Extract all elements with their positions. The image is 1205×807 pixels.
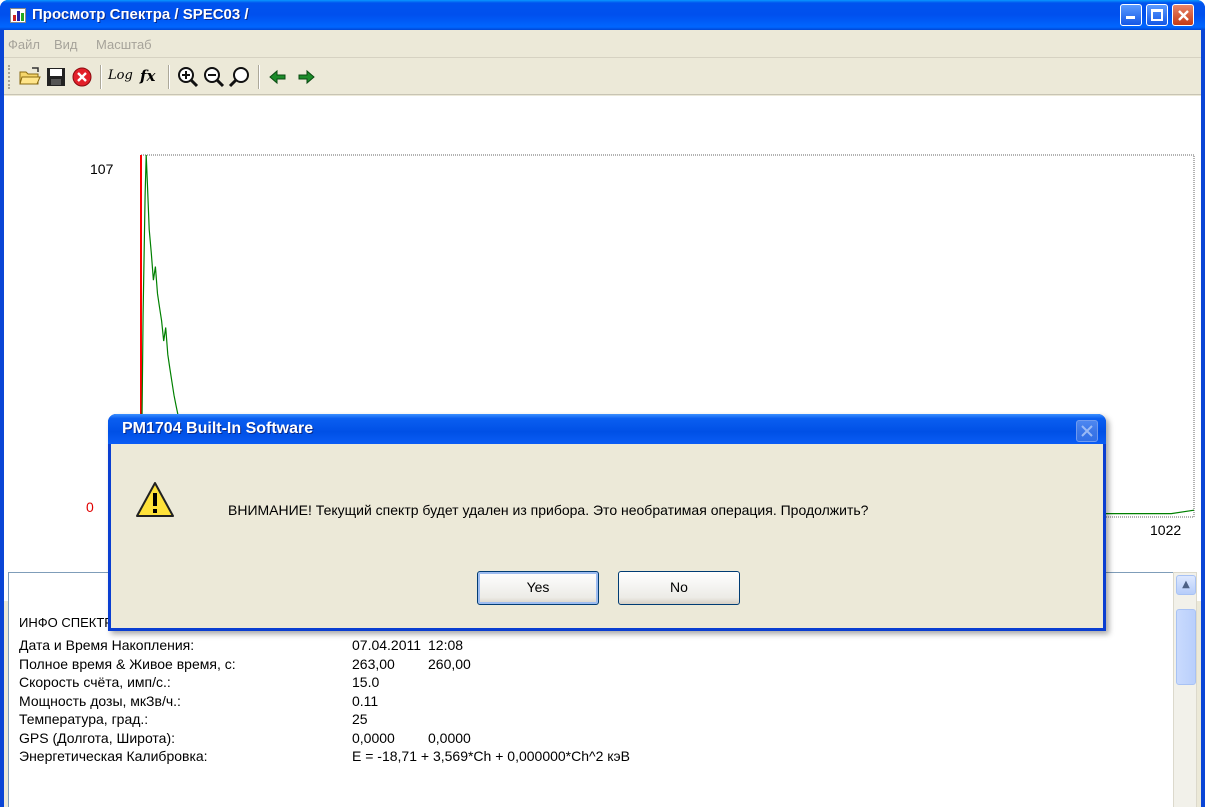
scroll-up-button[interactable]: ▲	[1176, 575, 1196, 595]
y-min-label: 0	[86, 499, 94, 515]
menu-view[interactable]: Вид	[54, 37, 78, 52]
minimize-button[interactable]	[1120, 4, 1142, 26]
log-button[interactable]: Log	[108, 68, 136, 90]
close-icon	[1081, 425, 1093, 437]
info-value: 0,0000	[352, 729, 395, 746]
zoom-fit-icon[interactable]	[228, 66, 252, 88]
info-value: 15.0	[352, 674, 380, 690]
info-value: 260,00	[428, 655, 471, 672]
info-value: 0,0000	[428, 729, 471, 746]
title-bar[interactable]: Просмотр Спектра / SPEC03 /	[0, 0, 1205, 30]
info-scrollbar[interactable]: ▲ ▼	[1173, 572, 1197, 807]
info-value: 0.11	[352, 692, 379, 709]
x-max-label: 1022	[1150, 522, 1182, 538]
function-button[interactable]: fx	[140, 67, 164, 89]
dialog-close-button[interactable]	[1076, 420, 1098, 442]
main-window: Просмотр Спектра / SPEC03 / Файл Вид Мас…	[0, 0, 1205, 807]
menu-scale[interactable]: Масштаб	[96, 37, 152, 52]
save-disk-icon[interactable]	[44, 66, 68, 88]
dialog-title-bar[interactable]: PM1704 Built-In Software	[108, 414, 1106, 444]
close-icon	[1178, 10, 1189, 21]
y-max-label: 107	[90, 161, 114, 177]
scroll-thumb[interactable]	[1176, 609, 1196, 685]
zoom-out-icon[interactable]	[202, 66, 226, 88]
zoom-in-icon[interactable]	[176, 66, 200, 88]
toolbar-grip[interactable]	[8, 65, 11, 89]
info-key: GPS (Долгота, Широта):	[19, 729, 176, 746]
info-key: Скорость счёта, имп/с.:	[19, 674, 171, 690]
close-button[interactable]	[1172, 4, 1194, 26]
info-value: 25	[352, 711, 368, 727]
confirm-dialog: PM1704 Built-In Software ВНИМАНИЕ! Текущ…	[108, 414, 1106, 631]
dialog-message: ВНИМАНИЕ! Текущий спектр будет удален из…	[228, 502, 869, 518]
info-value: 07.04.2011	[352, 637, 422, 653]
warning-icon	[136, 482, 174, 517]
arrow-left-icon[interactable]	[266, 66, 290, 88]
info-value: 263,00	[352, 655, 395, 672]
info-title: ИНФО СПЕКТРА	[19, 615, 121, 630]
info-key: Температура, град.:	[19, 711, 149, 727]
info-key: Дата и Время Накопления:	[19, 637, 195, 653]
info-key: Мощность дозы, мкЗв/ч.:	[19, 692, 181, 709]
spectrum-app-icon	[10, 8, 26, 23]
window-title: Просмотр Спектра / SPEC03 /	[32, 6, 249, 23]
menu-file[interactable]: Файл	[8, 37, 40, 52]
yes-button[interactable]: Yes	[477, 571, 599, 605]
maximize-button[interactable]	[1146, 4, 1168, 26]
toolbar-separator	[100, 65, 102, 89]
toolbar: Log fx	[4, 59, 1201, 95]
arrow-right-icon[interactable]	[294, 66, 318, 88]
no-button[interactable]: No	[618, 571, 740, 605]
toolbar-separator	[258, 65, 260, 89]
info-value: 12:08	[428, 637, 464, 653]
open-folder-icon[interactable]	[18, 66, 42, 88]
dialog-body: ВНИМАНИЕ! Текущий спектр будет удален из…	[111, 444, 1103, 628]
dialog-title: PM1704 Built-In Software	[122, 420, 314, 437]
delete-red-icon[interactable]	[70, 66, 94, 88]
info-key: Энергетическая Калибровка:	[19, 748, 208, 764]
info-key: Полное время & Живое время, с:	[19, 655, 236, 672]
info-value: E = -18,71 + 3,569*Ch + 0,000000*Ch^2 кэ…	[352, 748, 631, 764]
menu-bar: Файл Вид Масштаб	[4, 30, 1201, 58]
toolbar-separator	[168, 65, 170, 89]
